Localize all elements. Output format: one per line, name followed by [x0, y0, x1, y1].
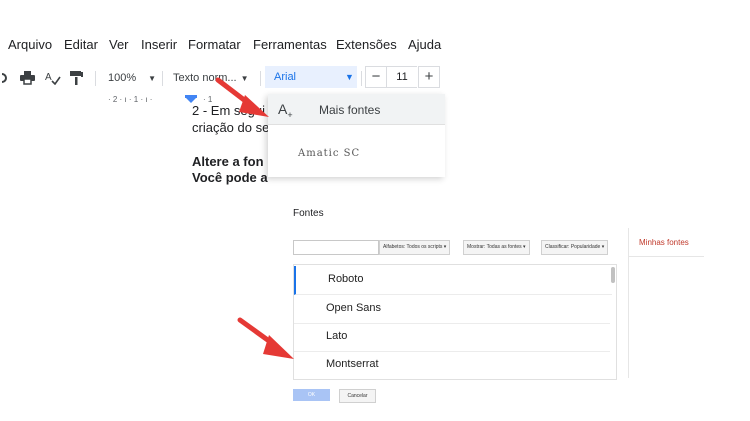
svg-text:A: A [45, 72, 52, 83]
my-fonts-title: Minhas fontes [639, 238, 689, 247]
font-select[interactable]: Arial ▼ [265, 66, 357, 88]
font-caret-icon: ▼ [345, 72, 354, 82]
zoom-caret-icon: ▼ [148, 73, 157, 83]
font-name: Lato [326, 330, 348, 342]
font-size-input[interactable]: 11 [387, 66, 417, 88]
spellcheck-icon[interactable]: A [45, 65, 61, 91]
toolbar-divider [162, 71, 163, 86]
more-fonts-label: Mais fontes [319, 103, 381, 117]
my-fonts-divider [629, 256, 704, 257]
doc-line-3: Altere a fon [192, 154, 264, 169]
menu-ver[interactable]: Ver [109, 37, 129, 52]
menu-ajuda[interactable]: Ajuda [408, 37, 441, 52]
indent-marker-icon[interactable] [185, 95, 197, 103]
sort-filter-label: Classificar: Popularidade [545, 244, 601, 250]
font-name: Open Sans [326, 302, 382, 314]
font-list-scrollbar[interactable] [611, 267, 615, 283]
pointer-arrow-icon [237, 317, 294, 359]
menu-arquivo[interactable]: Arquivo [8, 37, 52, 52]
pointer-arrow-icon [215, 77, 269, 117]
decrease-font-size-button[interactable]: − [365, 66, 387, 88]
cancel-button[interactable]: Cancelar [339, 389, 376, 403]
my-fonts-panel: Minhas fontes [628, 228, 704, 378]
fonts-dialog-title: Fontes [293, 208, 324, 219]
font-name: Roboto [328, 273, 364, 285]
doc-line-4: Você pode a [192, 170, 268, 185]
ok-button[interactable]: OK [293, 389, 330, 401]
font-search-input[interactable] [293, 240, 379, 255]
sort-filter-select[interactable]: Classificar: Popularidade ▾ [541, 240, 609, 255]
font-list-item-montserrat[interactable]: Montserrat [294, 351, 610, 379]
add-font-icon: A+ [278, 101, 293, 120]
font-name: Montserrat [326, 358, 379, 370]
show-filter-select[interactable]: Mostrar: Todas as fontes ▾ [463, 240, 530, 255]
font-dropdown-menu: A+ Mais fontes Amatic SC [268, 94, 445, 177]
menu-formatar[interactable]: Formatar [188, 37, 241, 52]
font-list-item-open-sans[interactable]: Open Sans [294, 295, 610, 324]
toolbar-divider [361, 71, 362, 86]
ruler-marks: · 2 · ı · 1 · ı · [108, 95, 153, 104]
menu-extensoes[interactable]: Extensões [336, 37, 397, 52]
scripts-filter-select[interactable]: Alfabetos: Todos os scripts ▾ [379, 240, 451, 255]
more-fonts-menu-item[interactable]: A+ Mais fontes [268, 94, 445, 125]
print-icon[interactable] [20, 65, 35, 91]
menu-editar[interactable]: Editar [64, 37, 98, 52]
show-filter-label: Mostrar: Todas as fontes [467, 244, 522, 250]
scripts-filter-label: Alfabetos: Todos os scripts [383, 244, 443, 250]
paint-format-icon[interactable] [70, 65, 83, 91]
redo-icon[interactable] [2, 65, 8, 91]
zoom-select[interactable]: 100% ▼ [108, 65, 156, 91]
font-value: Arial [274, 71, 297, 83]
font-option-amatic-sc[interactable]: Amatic SC [298, 148, 360, 159]
menu-ferramentas[interactable]: Ferramentas [253, 37, 327, 52]
font-list: Roboto Open Sans Lato Montserrat [293, 264, 617, 380]
zoom-value: 100% [108, 72, 137, 84]
menu-inserir[interactable]: Inserir [141, 37, 177, 52]
toolbar-divider [95, 71, 96, 86]
increase-font-size-button[interactable]: + [418, 66, 440, 88]
font-list-item-roboto[interactable]: Roboto [294, 266, 612, 295]
doc-line-2: criação do se [192, 120, 270, 135]
font-list-item-lato[interactable]: Lato [294, 323, 610, 352]
